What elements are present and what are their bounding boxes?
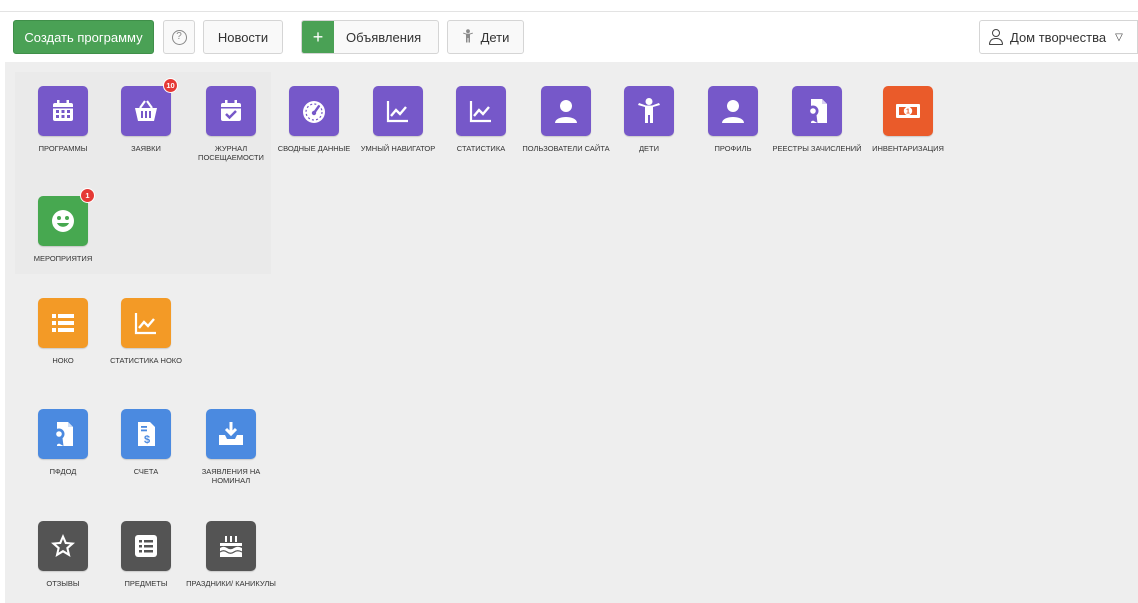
user-icon [708, 86, 758, 136]
applications-badge: 10 [163, 78, 178, 93]
banknote-symbol: 1 [906, 109, 910, 116]
tile-reviews-label: ОТЗЫВЫ [46, 579, 80, 588]
tile-programs-label: ПРОГРАММЫ [38, 144, 88, 153]
help-icon: ? [171, 29, 187, 45]
tile-applications-label: ЗАЯВКИ [131, 144, 161, 153]
banknote-icon: 1 [883, 86, 933, 136]
star-icon [38, 521, 88, 571]
trend-chart-icon [373, 86, 423, 136]
toolbar-divider [0, 11, 1138, 12]
tile-navigator[interactable]: УМНЫЙ НАВИГАТОР [353, 86, 443, 153]
inbox-download-icon [206, 409, 256, 459]
invoice-symbol: $ [144, 434, 150, 446]
create-program-button[interactable]: Создать программу [13, 20, 154, 54]
trend-chart-icon [456, 86, 506, 136]
kids-button[interactable]: Дети [447, 20, 524, 54]
tile-noko-label: НОКО [52, 356, 74, 365]
list-icon [38, 298, 88, 348]
cake-icon [206, 521, 256, 571]
caret-down-icon: ▽ [1115, 31, 1123, 43]
tile-pfdod-label: ПФДОД [49, 467, 77, 476]
help-button[interactable]: ? [163, 20, 195, 54]
tile-noko-stats[interactable]: СТАТИСТИКА НОКО [101, 298, 191, 365]
gauge-icon [289, 86, 339, 136]
tile-pfdod[interactable]: ПФДОД [18, 409, 108, 476]
tile-noko-stats-label: СТАТИСТИКА НОКО [110, 356, 182, 365]
basket-icon: 10 [121, 78, 178, 136]
tile-children-label: ДЕТИ [638, 144, 660, 153]
tile-profile-label: ПРОФИЛЬ [714, 144, 752, 153]
events-badge: 1 [80, 188, 95, 203]
tile-invoices[interactable]: $ СЧЕТА [101, 409, 191, 476]
tile-nominal-requests-label: ЗАЯВЛЕНИЯ НА НОМИНАЛ [201, 467, 261, 485]
smiley-icon: 1 [38, 188, 95, 246]
top-toolbar: Создать программу ? Новости + Объявления… [0, 0, 1138, 62]
tile-subjects[interactable]: ПРЕДМЕТЫ [101, 521, 191, 588]
tile-profile[interactable]: ПРОФИЛЬ [688, 86, 778, 153]
user-icon [541, 86, 591, 136]
kids-label: Дети [480, 29, 510, 45]
tile-reviews[interactable]: ОТЗЫВЫ [18, 521, 108, 588]
tile-attendance[interactable]: ЖУРНАЛ ПОСЕЩАЕМОСТИ [186, 86, 276, 162]
create-program-label: Создать программу [24, 29, 143, 45]
announcements-label: Объявления [346, 29, 422, 45]
tile-programs[interactable]: ПРОГРАММЫ [18, 86, 108, 153]
user-icon [989, 29, 1003, 45]
calendar-check-icon [206, 86, 256, 136]
certificate-doc-icon [792, 86, 842, 136]
news-label: Новости [217, 29, 269, 45]
tile-summary[interactable]: СВОДНЫЕ ДАННЫЕ [269, 86, 359, 153]
tile-events-label: МЕРОПРИЯТИЯ [33, 254, 93, 263]
user-menu-label: Дом творчества [1010, 29, 1107, 45]
announcements-button[interactable]: + Объявления [301, 20, 439, 54]
invoice-icon: $ [121, 409, 171, 459]
tile-inventory[interactable]: 1 ИНВЕНТАРИЗАЦИЯ [863, 86, 953, 153]
tile-attendance-label: ЖУРНАЛ ПОСЕЩАЕМОСТИ [198, 144, 264, 162]
certificate-doc-icon [38, 409, 88, 459]
tile-inventory-label: ИНВЕНТАРИЗАЦИЯ [872, 144, 944, 153]
trend-chart-icon [121, 298, 171, 348]
main-area: ПРОГРАММЫ 10 ЗАЯВКИ ЖУРНАЛ ПОСЕЩАЕМОСТИ … [5, 62, 1138, 603]
child-icon [624, 86, 674, 136]
tile-applications[interactable]: 10 ЗАЯВКИ [101, 78, 191, 153]
tile-holidays-label: ПРАЗДНИКИ/ КАНИКУЛЫ [186, 579, 276, 588]
tile-registries-label: РЕЕСТРЫ ЗАЧИСЛЕНИЙ [772, 144, 862, 153]
child-icon [462, 28, 474, 46]
tile-invoices-label: СЧЕТА [133, 467, 159, 476]
news-button[interactable]: Новости [203, 20, 283, 54]
tile-site-users-label: ПОЛЬЗОВАТЕЛИ САЙТА [522, 144, 610, 153]
tile-site-users[interactable]: ПОЛЬЗОВАТЕЛИ САЙТА [521, 86, 611, 153]
user-menu-button[interactable]: Дом творчества ▽ [979, 20, 1138, 54]
tile-navigator-label: УМНЫЙ НАВИГАТОР [360, 144, 436, 153]
tile-subjects-label: ПРЕДМЕТЫ [124, 579, 168, 588]
tile-statistics[interactable]: СТАТИСТИКА [436, 86, 526, 153]
tile-registries[interactable]: РЕЕСТРЫ ЗАЧИСЛЕНИЙ [772, 86, 862, 153]
tile-statistics-label: СТАТИСТИКА [456, 144, 506, 153]
tile-noko[interactable]: НОКО [18, 298, 108, 365]
tile-holidays[interactable]: ПРАЗДНИКИ/ КАНИКУЛЫ [186, 521, 276, 588]
tile-events[interactable]: 1 МЕРОПРИЯТИЯ [18, 188, 108, 263]
plus-icon: + [302, 21, 334, 53]
tile-children[interactable]: ДЕТИ [604, 86, 694, 153]
tile-summary-label: СВОДНЫЕ ДАННЫЕ [277, 144, 351, 153]
calendar-icon [38, 86, 88, 136]
list-box-icon [121, 521, 171, 571]
tile-nominal-requests[interactable]: ЗАЯВЛЕНИЯ НА НОМИНАЛ [186, 409, 276, 485]
